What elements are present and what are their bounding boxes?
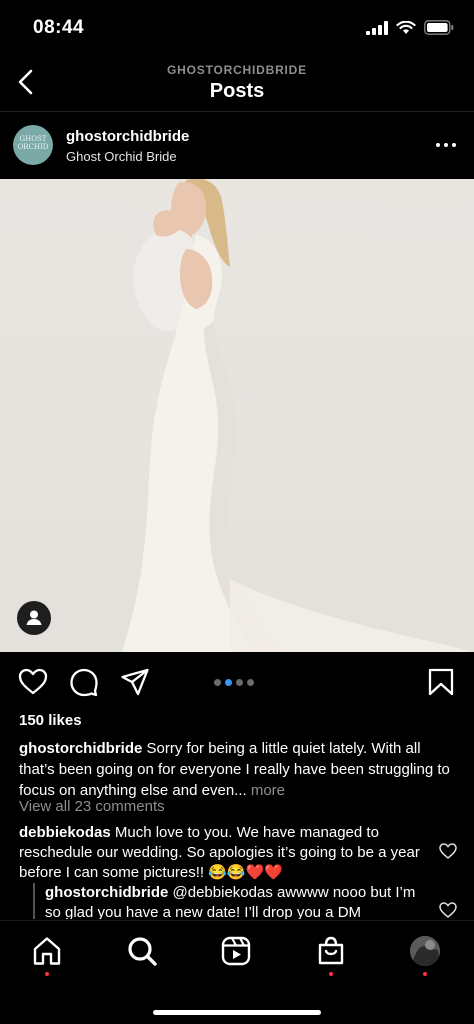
person-tag-button[interactable] xyxy=(17,601,51,635)
reply-username[interactable]: ghostorchidbride xyxy=(45,884,168,901)
home-icon[interactable] xyxy=(31,935,63,967)
bride-figure xyxy=(122,179,474,652)
reply-like-heart-icon[interactable] xyxy=(439,901,457,919)
post-display-name[interactable]: Ghost Orchid Bride xyxy=(66,149,177,164)
post-actions xyxy=(0,652,474,714)
page-title: Posts xyxy=(209,80,265,102)
likes-count[interactable]: 150 likes xyxy=(19,712,82,729)
avatar-logo: GHOST ORCHID xyxy=(13,135,53,151)
header-account-name: GHOSTORCHIDBRIDE xyxy=(167,63,307,77)
post-header: GHOST ORCHID ghostorchidbride Ghost Orch… xyxy=(0,113,474,179)
battery-icon xyxy=(424,20,454,35)
comment-item: debbiekodas Much love to you. We have ma… xyxy=(19,823,429,883)
more-icon[interactable] xyxy=(434,133,458,157)
post-caption: ghostorchidbride Sorry for being a littl… xyxy=(19,738,459,801)
bookmark-icon[interactable] xyxy=(426,667,456,697)
home-notification-dot xyxy=(45,972,49,976)
carousel-dot-active xyxy=(225,679,232,686)
comment-icon[interactable] xyxy=(69,667,99,697)
avatar-logo-line2: ORCHID xyxy=(17,143,49,151)
heart-icon[interactable] xyxy=(18,667,48,697)
carousel-dot xyxy=(214,679,221,686)
view-all-comments-link[interactable]: View all 23 comments xyxy=(19,798,165,815)
status-icons xyxy=(366,20,454,35)
shop-notification-dot xyxy=(329,972,333,976)
wifi-icon xyxy=(396,20,416,34)
signal-icon xyxy=(366,20,388,35)
profile-notification-dot xyxy=(423,972,427,976)
bottom-nav xyxy=(0,920,474,1024)
status-bar: 08:44 xyxy=(0,0,474,56)
comment-reply: ghostorchidbride @debbiekodas awwww nooo… xyxy=(33,883,433,919)
avatar-logo-line1: GHOST xyxy=(19,135,47,143)
carousel-indicator xyxy=(214,679,254,686)
profile-avatar[interactable] xyxy=(410,936,440,966)
share-icon[interactable] xyxy=(120,667,150,697)
caption-username[interactable]: ghostorchidbride xyxy=(19,740,142,757)
avatar[interactable]: GHOST ORCHID xyxy=(13,125,53,165)
shop-icon[interactable] xyxy=(315,935,347,967)
profile-photo xyxy=(410,936,440,966)
comment-username[interactable]: debbiekodas xyxy=(19,824,111,841)
comment-like-heart-icon[interactable] xyxy=(439,842,457,860)
top-header: GHOSTORCHIDBRIDE Posts xyxy=(0,56,474,112)
post-username[interactable]: ghostorchidbride xyxy=(66,128,189,145)
post-image[interactable] xyxy=(0,179,474,652)
status-time: 08:44 xyxy=(33,17,85,38)
home-indicator xyxy=(153,1010,321,1015)
carousel-dot xyxy=(247,679,254,686)
carousel-dot xyxy=(236,679,243,686)
caption-more-link[interactable]: more xyxy=(251,782,285,799)
reels-icon[interactable] xyxy=(220,935,252,967)
search-icon[interactable] xyxy=(126,935,158,967)
person-tag-icon xyxy=(26,610,42,625)
